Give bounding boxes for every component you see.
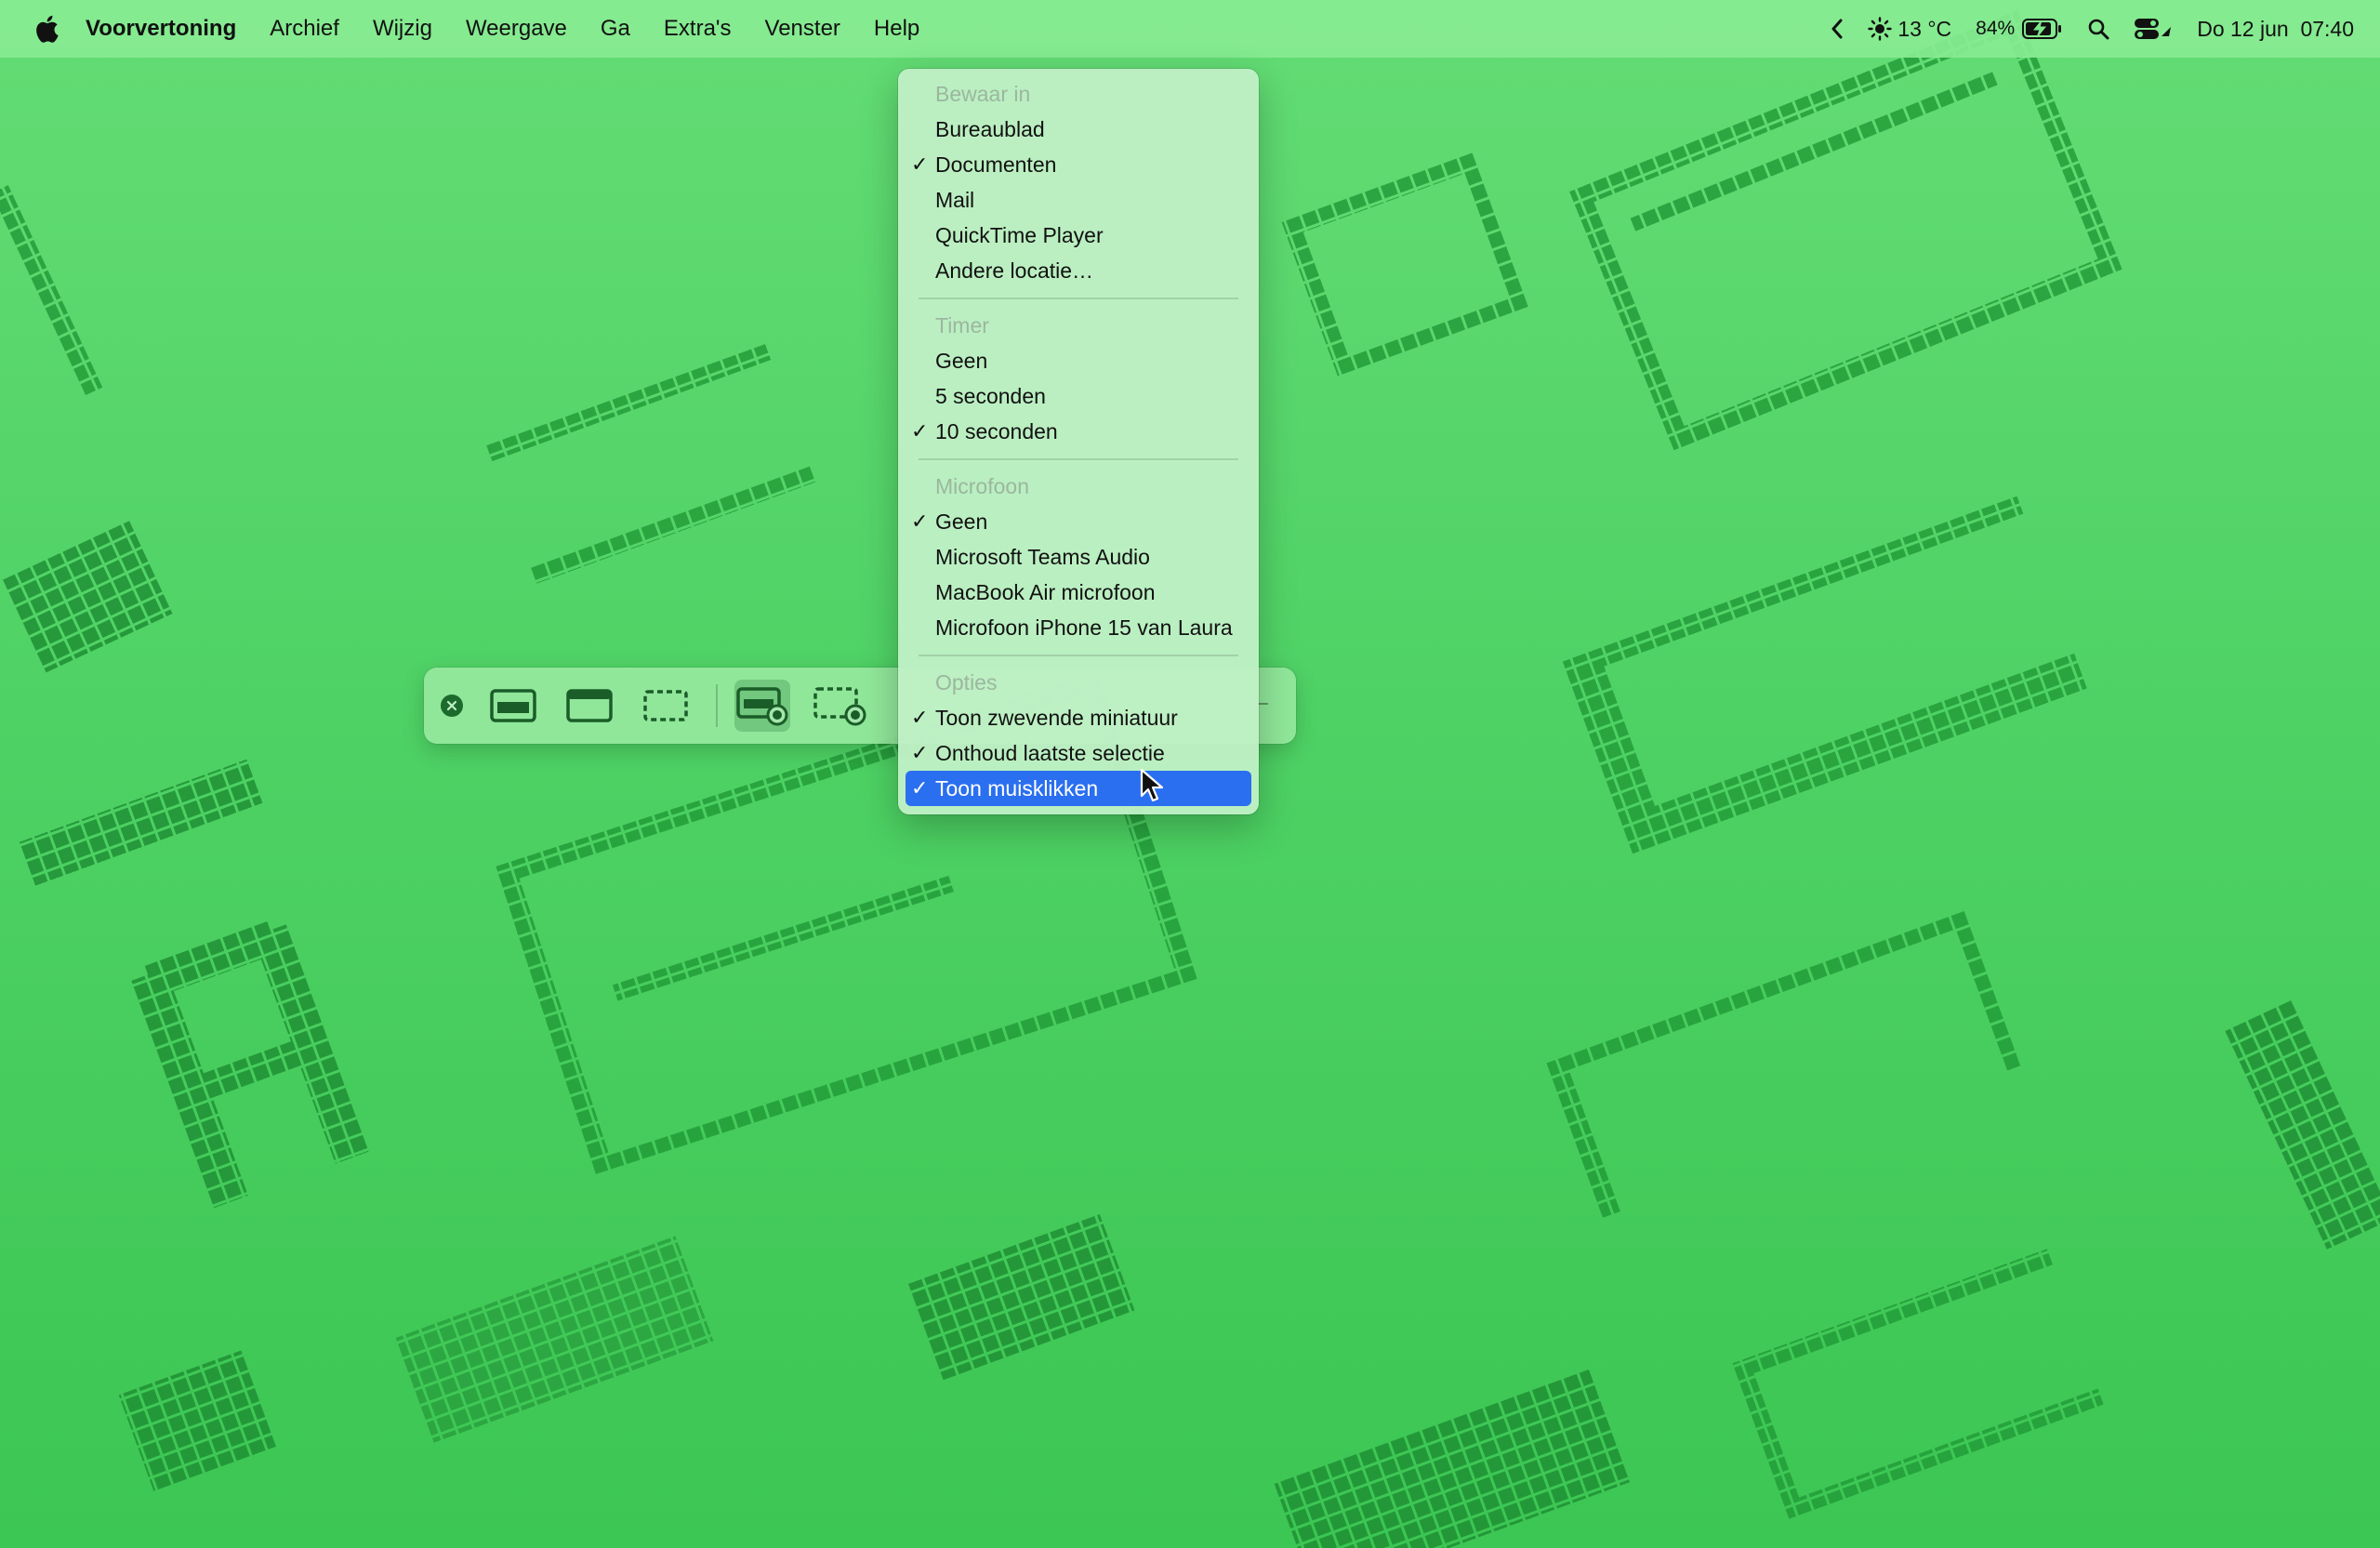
- menu-bar-clock[interactable]: Do 12 jun 07:40: [2197, 17, 2354, 42]
- menu-item-mail[interactable]: Mail: [898, 182, 1259, 218]
- menu-wijzig[interactable]: Wijzig: [373, 16, 432, 42]
- capture-window-button[interactable]: [562, 680, 617, 732]
- capture-selection-button[interactable]: [638, 680, 694, 732]
- chevron-left-icon[interactable]: [1831, 19, 1844, 39]
- menu-app-name[interactable]: Voorvertoning: [86, 16, 236, 42]
- menu-item-mic-geen[interactable]: ✓ Geen: [898, 504, 1259, 539]
- spotlight-search-icon[interactable]: [2087, 18, 2109, 40]
- record-selection-button[interactable]: [813, 680, 868, 732]
- menu-item-label: Microfoon iPhone 15 van Laura: [935, 615, 1233, 640]
- mouse-pointer-icon: [1140, 768, 1164, 802]
- menu-extras[interactable]: Extra's: [664, 16, 732, 42]
- section-header-opties: Opties: [935, 670, 998, 695]
- menu-item-mic-iphone[interactable]: Microfoon iPhone 15 van Laura: [898, 610, 1259, 645]
- menu-item-label: Onthoud laatste selectie: [935, 741, 1165, 765]
- section-header-microfoon: Microfoon: [935, 474, 1029, 498]
- menu-bar-menus: Voorvertoning Archief Wijzig Weergave Ga…: [86, 16, 953, 42]
- menu-venster[interactable]: Venster: [765, 16, 840, 42]
- apple-menu[interactable]: [28, 10, 65, 47]
- weather-status[interactable]: 13 °C: [1868, 17, 1951, 42]
- menu-item-label: QuickTime Player: [935, 223, 1104, 247]
- weather-temperature: 13 °C: [1897, 16, 1952, 41]
- menu-item-label: Geen: [935, 349, 988, 373]
- menu-item-onthoud-laatste-selectie[interactable]: ✓ Onthoud laatste selectie: [898, 735, 1259, 771]
- menu-divider: [919, 298, 1238, 299]
- menu-divider: [919, 458, 1238, 460]
- menu-item-label: Toon muisklikken: [935, 776, 1099, 800]
- record-selection-icon: [813, 687, 866, 726]
- menu-item-label: Documenten: [935, 152, 1057, 177]
- record-screen-icon: [736, 687, 788, 726]
- menu-item-label: MacBook Air microfoon: [935, 580, 1156, 604]
- menu-item-bureaublad[interactable]: Bureaublad: [898, 112, 1259, 147]
- checkmark-icon: ✓: [911, 419, 929, 443]
- options-dropdown-menu: Bewaar in Bureaublad ✓ Documenten Mail Q…: [898, 69, 1259, 814]
- menu-item-label: Mail: [935, 188, 975, 212]
- menu-item-label: Microsoft Teams Audio: [935, 545, 1150, 569]
- menu-item-label: Andere locatie…: [935, 258, 1094, 283]
- menu-item-toon-muisklikken[interactable]: ✓ Toon muisklikken: [906, 771, 1251, 806]
- menu-bar-status-area: 13 °C 84% Do 12 jun 07:40: [1806, 0, 2354, 58]
- window-icon: [566, 689, 613, 722]
- entire-screen-icon: [490, 689, 536, 722]
- menu-item-label: Bureaublad: [935, 117, 1045, 141]
- battery-charging-icon: [2022, 19, 2062, 39]
- menu-item-mic-teams-audio[interactable]: Microsoft Teams Audio: [898, 539, 1259, 575]
- menu-item-timer-10-seconden[interactable]: ✓ 10 seconden: [898, 414, 1259, 449]
- capture-entire-screen-button[interactable]: [485, 680, 541, 732]
- control-center-icon[interactable]: [2134, 18, 2173, 40]
- menu-item-toon-zwevende-miniatuur[interactable]: ✓ Toon zwevende miniatuur: [898, 700, 1259, 735]
- close-icon: [446, 700, 457, 711]
- menu-archief[interactable]: Archief: [270, 16, 339, 42]
- menu-item-label: Geen: [935, 509, 988, 534]
- toolbar-separator: [716, 684, 718, 727]
- battery-status[interactable]: 84%: [1976, 18, 2063, 40]
- menu-item-timer-5-seconden[interactable]: 5 seconden: [898, 378, 1259, 414]
- menu-item-label: 5 seconden: [935, 384, 1046, 408]
- menu-divider: [919, 655, 1238, 656]
- checkmark-icon: ✓: [911, 152, 929, 176]
- apple-logo-icon: [36, 15, 59, 43]
- checkmark-icon: ✓: [911, 741, 929, 764]
- menu-weergave[interactable]: Weergave: [466, 16, 567, 42]
- menu-item-label: Toon zwevende miniatuur: [935, 706, 1178, 730]
- close-toolbar-button[interactable]: [441, 695, 463, 717]
- menu-help[interactable]: Help: [874, 16, 919, 42]
- selection-dashed-icon: [643, 690, 688, 721]
- record-entire-screen-button[interactable]: [734, 680, 790, 732]
- checkmark-icon: ✓: [911, 509, 929, 533]
- menu-bar: Voorvertoning Archief Wijzig Weergave Ga…: [0, 0, 2380, 58]
- menu-item-quicktime-player[interactable]: QuickTime Player: [898, 218, 1259, 253]
- menu-item-timer-geen[interactable]: Geen: [898, 343, 1259, 378]
- menu-item-andere-locatie[interactable]: Andere locatie…: [898, 253, 1259, 288]
- checkmark-icon: ✓: [911, 706, 929, 729]
- sun-icon: [1868, 17, 1893, 41]
- section-header-save: Bewaar in: [935, 82, 1031, 106]
- section-header-timer: Timer: [935, 313, 989, 337]
- menu-item-label: 10 seconden: [935, 419, 1058, 443]
- menu-item-documenten[interactable]: ✓ Documenten: [898, 147, 1259, 182]
- battery-percentage: 84%: [1976, 18, 2016, 39]
- checkmark-icon: ✓: [911, 776, 929, 800]
- menu-ga[interactable]: Ga: [601, 16, 630, 42]
- menu-item-mic-macbook-air[interactable]: MacBook Air microfoon: [898, 575, 1259, 610]
